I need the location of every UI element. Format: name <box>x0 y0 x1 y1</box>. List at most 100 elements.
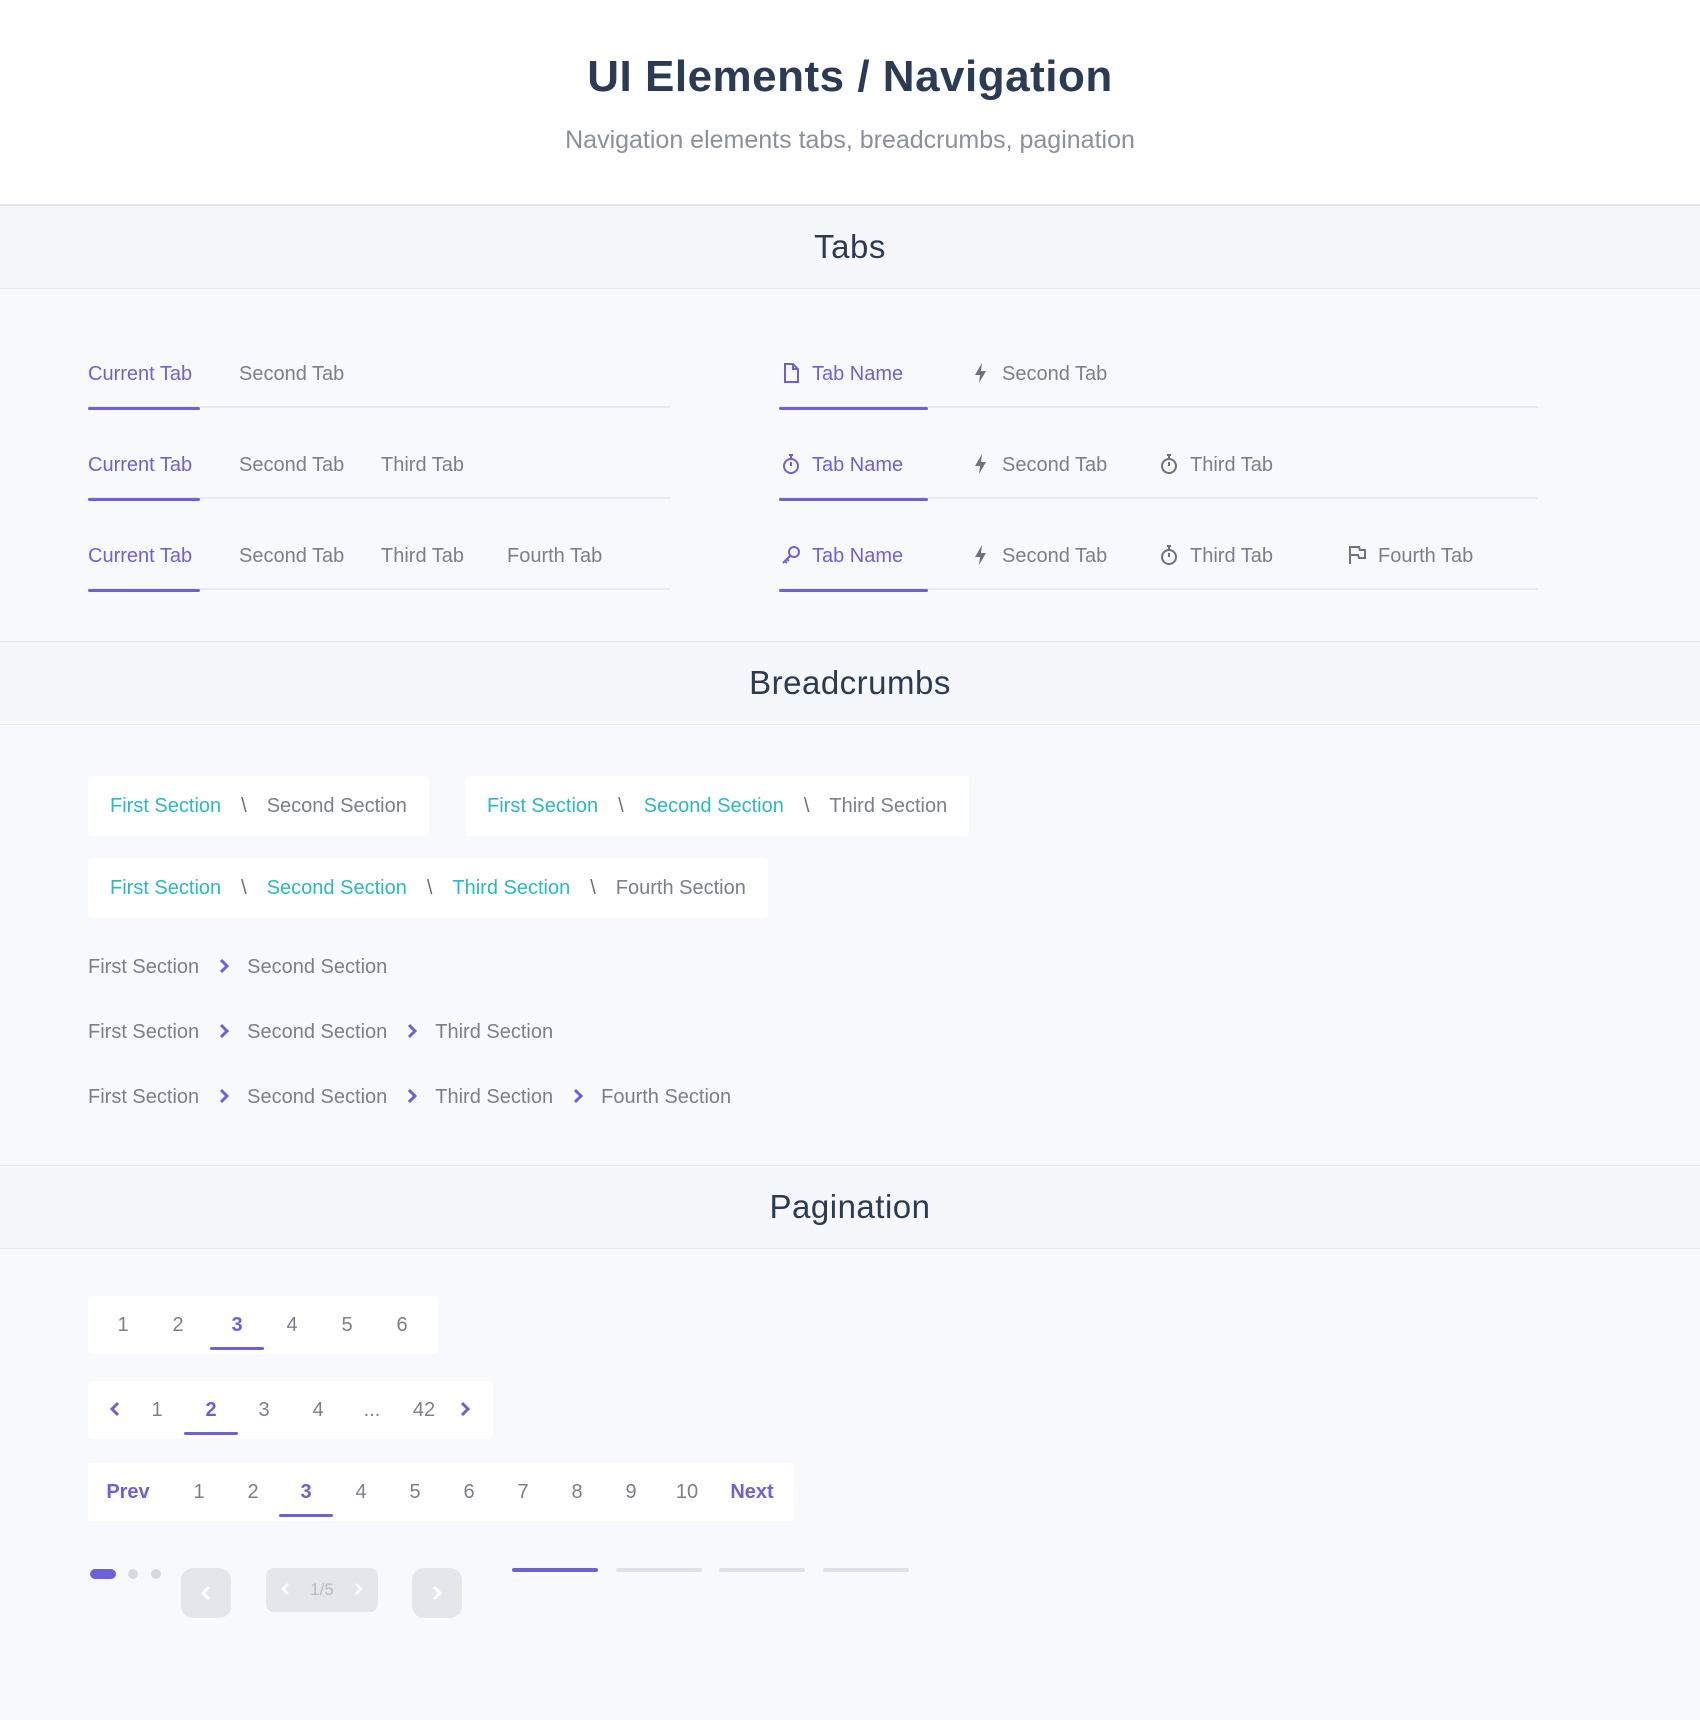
dot-indicator-active[interactable] <box>90 1569 116 1579</box>
pagination-section-title: Pagination <box>769 1188 931 1225</box>
page-link[interactable]: 5 <box>332 1296 362 1354</box>
page-link[interactable]: 42 <box>406 1381 442 1439</box>
tab-second[interactable]: Second Tab <box>969 451 1107 499</box>
chevron-right-icon <box>217 957 231 975</box>
page-link[interactable]: 6 <box>454 1463 484 1521</box>
breadcrumb-link[interactable]: Second Section <box>247 1086 387 1108</box>
dot-indicator[interactable] <box>128 1569 138 1579</box>
next-button[interactable]: Next <box>724 1463 780 1521</box>
breadcrumb-link[interactable]: First Section <box>110 795 221 817</box>
progress-bar-segment-active[interactable] <box>512 1568 598 1572</box>
chevron-right-icon <box>405 1022 419 1040</box>
tab-label: Tab Name <box>812 363 904 385</box>
breadcrumb-link[interactable]: Second Section <box>247 1021 387 1043</box>
page-link[interactable]: 2 <box>238 1463 268 1521</box>
tab-second[interactable]: Second Tab <box>239 542 344 590</box>
pagination-arrows: 1 2 3 4 ... 42 <box>88 1381 493 1439</box>
page-link[interactable]: 1 <box>142 1381 172 1439</box>
tab-bar-3: Current Tab Second Tab Third Tab <box>88 451 670 501</box>
tab-second[interactable]: Second Tab <box>239 451 344 499</box>
page-link-current[interactable]: 3 <box>279 1463 333 1521</box>
tab-bar-4: Current Tab Second Tab Third Tab Fourth … <box>88 542 670 592</box>
breadcrumb-link[interactable]: First Section <box>88 1086 199 1108</box>
breadcrumb-link[interactable]: Third Section <box>452 877 570 899</box>
breadcrumb: First Section \ Second Section \ Third Secti… <box>88 858 768 918</box>
tab-fourth[interactable]: Fourth Tab <box>1345 542 1473 590</box>
pagination-prev-next: Prev 1 2 3 4 5 6 7 8 9 10 Next <box>88 1463 794 1521</box>
page-link[interactable]: 9 <box>616 1463 646 1521</box>
breadcrumb-link[interactable]: First Section <box>110 877 221 899</box>
tab-third[interactable]: Third Tab <box>381 542 464 590</box>
tab-current[interactable]: Current Tab <box>88 360 200 410</box>
stopwatch-icon <box>779 452 803 476</box>
dot-indicator[interactable] <box>151 1569 161 1579</box>
tab-current[interactable]: Current Tab <box>88 542 200 592</box>
breadcrumb-link[interactable]: Second Section <box>644 795 784 817</box>
tab-third[interactable]: Third Tab <box>381 451 464 499</box>
page-link[interactable]: 3 <box>249 1381 279 1439</box>
breadcrumb: First Section \ Second Section <box>88 776 429 836</box>
chevron-right-icon[interactable] <box>352 1581 364 1597</box>
stopwatch-icon <box>1157 452 1181 476</box>
next-arrow-button[interactable] <box>412 1568 462 1618</box>
page-link[interactable]: 2 <box>163 1296 193 1354</box>
page-link[interactable]: 4 <box>303 1381 333 1439</box>
page-link[interactable]: 1 <box>184 1463 214 1521</box>
progress-bar-segment[interactable] <box>616 1568 702 1572</box>
document-icon <box>779 361 803 385</box>
chevron-left-icon[interactable] <box>280 1581 292 1597</box>
page-ellipsis: ... <box>363 1399 381 1421</box>
lightning-icon <box>969 543 993 567</box>
tab-label: Second Tab <box>239 454 345 476</box>
page-link-current[interactable]: 2 <box>184 1381 238 1439</box>
page-subtitle: Navigation elements tabs, breadcrumbs, p… <box>565 126 1135 154</box>
tabs-section-title: Tabs <box>814 228 886 265</box>
prev-button[interactable]: Prev <box>98 1463 158 1521</box>
page-link[interactable]: 4 <box>346 1463 376 1521</box>
chevron-right-icon <box>405 1087 419 1105</box>
tab-second[interactable]: Second Tab <box>969 542 1107 590</box>
breadcrumb-current: Third Section <box>829 795 948 817</box>
tab-current[interactable]: Tab Name <box>779 542 928 592</box>
tab-third[interactable]: Third Tab <box>1157 451 1273 499</box>
breadcrumb-link[interactable]: First Section <box>88 1021 199 1043</box>
page-link-current[interactable]: 3 <box>210 1296 264 1354</box>
progress-bar-segment[interactable] <box>719 1568 805 1572</box>
tab-current[interactable]: Current Tab <box>88 451 200 501</box>
tab-label: Fourth Tab <box>507 545 603 567</box>
breadcrumbs-section-header: Breadcrumbs <box>0 641 1700 725</box>
page-link[interactable]: 8 <box>562 1463 592 1521</box>
chevron-right-icon <box>571 1087 585 1105</box>
page-header: UI Elements / Navigation Navigation elem… <box>0 0 1700 205</box>
page-link[interactable]: 1 <box>108 1296 138 1354</box>
tab-label: Tab Name <box>812 545 904 567</box>
breadcrumb-link[interactable]: First Section <box>88 956 199 978</box>
flag-icon <box>1345 543 1369 567</box>
tab-label: Second Tab <box>239 363 345 385</box>
breadcrumb-link[interactable]: First Section <box>487 795 598 817</box>
tab-second[interactable]: Second Tab <box>969 360 1107 408</box>
page-counter-text: 1/5 <box>310 1580 334 1599</box>
page-link[interactable]: 6 <box>387 1296 417 1354</box>
page-title: UI Elements / Navigation <box>587 52 1113 101</box>
progress-bar-segment[interactable] <box>823 1568 909 1572</box>
tab-second[interactable]: Second Tab <box>239 360 344 408</box>
tab-third[interactable]: Third Tab <box>1157 542 1273 590</box>
page-counter: 1/5 <box>266 1568 378 1612</box>
chevron-right-icon <box>217 1022 231 1040</box>
chevron-right-icon[interactable] <box>450 1381 480 1439</box>
page-link[interactable]: 4 <box>277 1296 307 1354</box>
breadcrumb-link[interactable]: Third Section <box>435 1086 553 1108</box>
page-link[interactable]: 7 <box>508 1463 538 1521</box>
key-icon <box>779 543 803 567</box>
pagination-simple: 1 2 3 4 5 6 <box>88 1296 438 1354</box>
lightning-icon <box>969 361 993 385</box>
prev-arrow-button[interactable] <box>181 1568 231 1618</box>
tab-current[interactable]: Tab Name <box>779 451 928 501</box>
page-link[interactable]: 10 <box>667 1463 707 1521</box>
tab-current[interactable]: Tab Name <box>779 360 928 410</box>
page-link[interactable]: 5 <box>400 1463 430 1521</box>
breadcrumb-link[interactable]: Second Section <box>267 877 407 899</box>
chevron-left-icon[interactable] <box>100 1381 130 1439</box>
tab-fourth[interactable]: Fourth Tab <box>507 542 602 590</box>
